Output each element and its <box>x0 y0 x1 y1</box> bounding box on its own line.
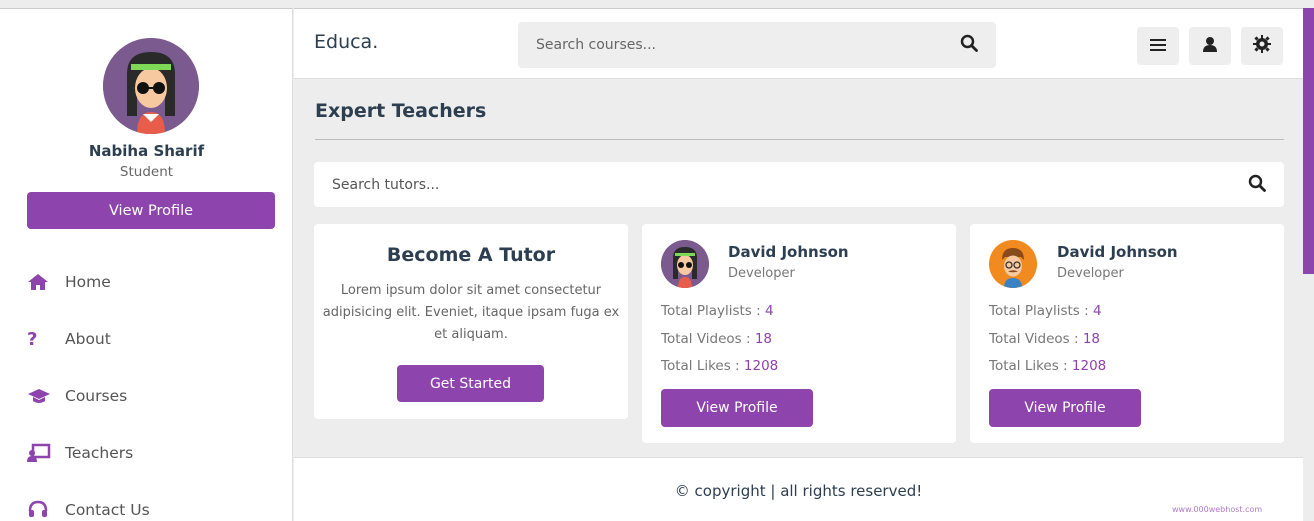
teacher-stat-playlists: Total Playlists : 4 <box>989 303 1102 319</box>
teacher-role: Developer <box>1057 266 1124 281</box>
user-role: Student <box>119 164 174 180</box>
sidebar-view-profile-button[interactable]: View Profile <box>27 192 275 229</box>
search-icon[interactable] <box>960 34 978 56</box>
scrollbar[interactable] <box>1303 8 1314 274</box>
header: Educa. Search courses... <box>294 8 1314 79</box>
teacher-avatar <box>989 240 1037 288</box>
sidebar-item-about[interactable]: ? About <box>27 324 111 354</box>
teacher-role: Developer <box>728 266 795 281</box>
search-icon[interactable] <box>1248 174 1266 196</box>
course-search-bar: Search courses... <box>518 22 996 68</box>
sidebar: Nabiha Sharif Student View Profile Home … <box>0 8 293 521</box>
user-icon <box>1202 36 1218 56</box>
sidebar-item-label: Contact Us <box>65 501 150 519</box>
teacher-stat-playlists: Total Playlists : 4 <box>661 303 774 319</box>
become-tutor-title: Become A Tutor <box>386 244 556 266</box>
sidebar-item-label: About <box>65 330 111 348</box>
user-avatar <box>103 38 199 134</box>
host-badge[interactable]: www.000webhost.com <box>1172 505 1262 514</box>
sidebar-item-contact[interactable]: Contact Us <box>27 495 150 521</box>
sidebar-item-label: Home <box>65 273 111 291</box>
teacher-view-profile-button[interactable]: View Profile <box>661 389 813 427</box>
settings-button[interactable] <box>1241 27 1283 65</box>
teacher-name: David Johnson <box>728 243 849 261</box>
headset-icon <box>27 500 53 520</box>
logo[interactable]: Educa. <box>314 31 378 53</box>
menu-icon <box>1150 37 1166 56</box>
user-button[interactable] <box>1189 27 1231 65</box>
teacher-name: David Johnson <box>1057 243 1178 261</box>
chalkboard-teacher-icon <box>27 443 53 463</box>
course-search-input[interactable]: Search courses... <box>536 37 960 53</box>
tutor-search-bar: Search tutors... <box>314 162 1284 207</box>
tutor-search-input[interactable]: Search tutors... <box>332 177 1248 193</box>
graduation-cap-icon <box>27 387 53 405</box>
teacher-stat-videos: Total Videos : 18 <box>661 331 772 347</box>
menu-button[interactable] <box>1137 27 1179 65</box>
home-icon <box>27 273 53 291</box>
get-started-button[interactable]: Get Started <box>397 365 544 402</box>
question-icon: ? <box>27 328 38 350</box>
footer: © copyright | all rights reserved! <box>294 457 1303 521</box>
sidebar-item-teachers[interactable]: Teachers <box>27 438 133 468</box>
teacher-stat-likes: Total Likes : 1208 <box>661 358 779 374</box>
sidebar-item-label: Teachers <box>65 444 134 462</box>
user-name: Nabiha Sharif <box>88 142 205 160</box>
sidebar-item-label: Courses <box>65 387 128 405</box>
teacher-view-profile-button[interactable]: View Profile <box>989 389 1141 427</box>
footer-copyright: © copyright | all rights reserved! <box>674 482 923 500</box>
sidebar-item-courses[interactable]: Courses <box>27 381 127 411</box>
teacher-stat-likes: Total Likes : 1208 <box>989 358 1107 374</box>
page-title: Expert Teachers <box>315 100 487 122</box>
settings-icon <box>1253 35 1271 57</box>
teacher-stat-videos: Total Videos : 18 <box>989 331 1100 347</box>
sidebar-item-home[interactable]: Home <box>27 267 111 297</box>
become-tutor-text: Lorem ipsum dolor sit amet consectetur a… <box>322 283 620 342</box>
divider <box>315 139 1284 140</box>
teacher-avatar <box>661 240 709 288</box>
